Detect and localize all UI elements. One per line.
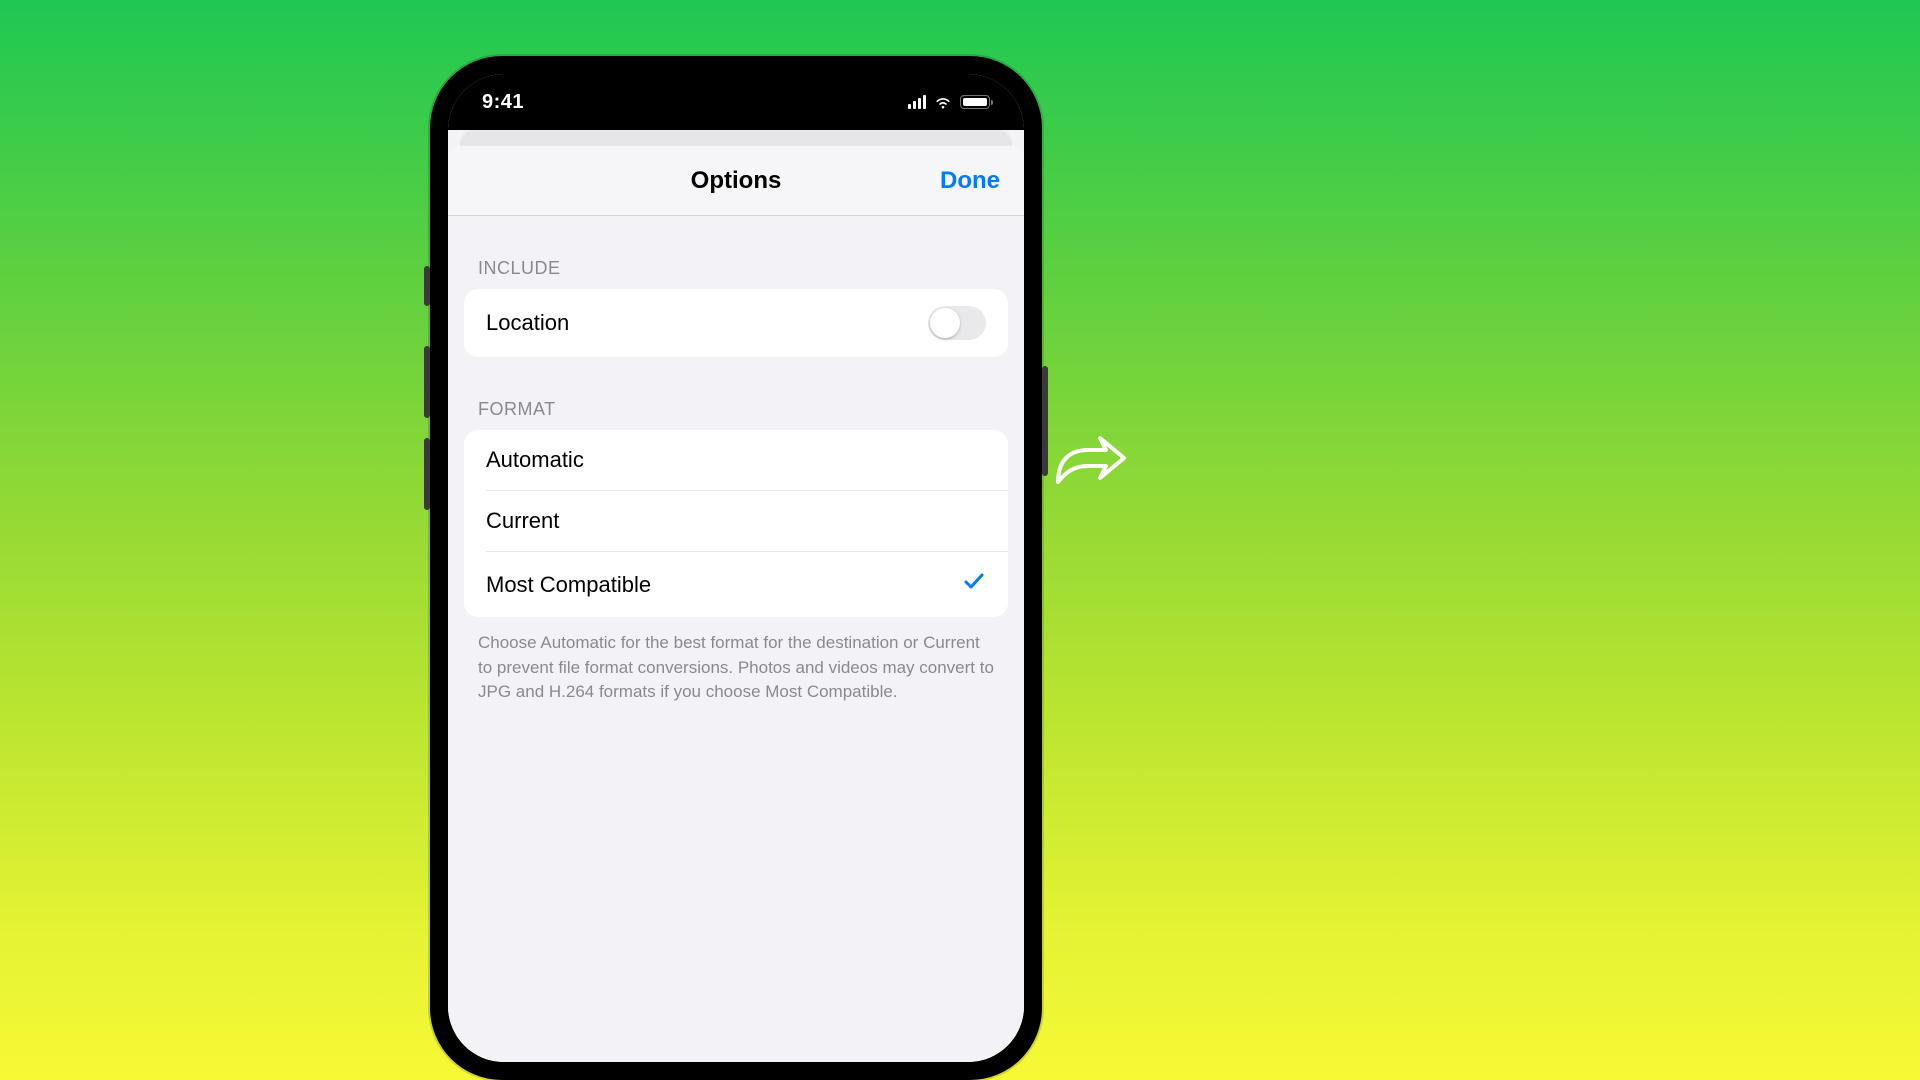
format-group: Automatic Current Most Compatible <box>464 430 1008 617</box>
phone-frame: 9:41 Options <box>430 56 1042 1080</box>
options-sheet: Options Done INCLUDE Location FORMAT <box>448 146 1024 1062</box>
dynamic-island <box>658 90 814 128</box>
wifi-icon <box>933 95 953 110</box>
volume-down-button <box>424 438 430 510</box>
format-footer-text: Choose Automatic for the best format for… <box>448 617 1024 725</box>
page-title: Options <box>691 167 782 195</box>
format-option-label: Most Compatible <box>486 572 651 598</box>
section-header-include: INCLUDE <box>448 216 1024 289</box>
format-option-label: Current <box>486 508 559 534</box>
location-toggle[interactable] <box>928 306 986 340</box>
format-option-automatic[interactable]: Automatic <box>464 430 1008 490</box>
status-indicators <box>908 95 991 110</box>
volume-up-button <box>424 346 430 418</box>
location-label: Location <box>486 310 569 336</box>
cellular-icon <box>908 95 927 109</box>
battery-icon <box>960 95 990 109</box>
status-time: 9:41 <box>482 91 524 114</box>
nav-bar: Options Done <box>448 146 1024 216</box>
done-button[interactable]: Done <box>940 167 1000 195</box>
share-arrow-icon <box>1040 410 1140 515</box>
format-option-label: Automatic <box>486 447 584 473</box>
phone-screen: 9:41 Options <box>448 74 1024 1062</box>
format-option-most-compatible[interactable]: Most Compatible <box>486 551 1008 617</box>
format-option-current[interactable]: Current <box>486 490 1008 551</box>
location-row[interactable]: Location <box>464 289 1008 357</box>
content-area: Options Done INCLUDE Location FORMAT <box>448 130 1024 1062</box>
checkmark-icon <box>962 569 986 600</box>
section-header-format: FORMAT <box>448 357 1024 430</box>
phone-bezel: 9:41 Options <box>440 66 1032 1070</box>
include-group: Location <box>464 289 1008 357</box>
mute-switch <box>424 266 430 306</box>
